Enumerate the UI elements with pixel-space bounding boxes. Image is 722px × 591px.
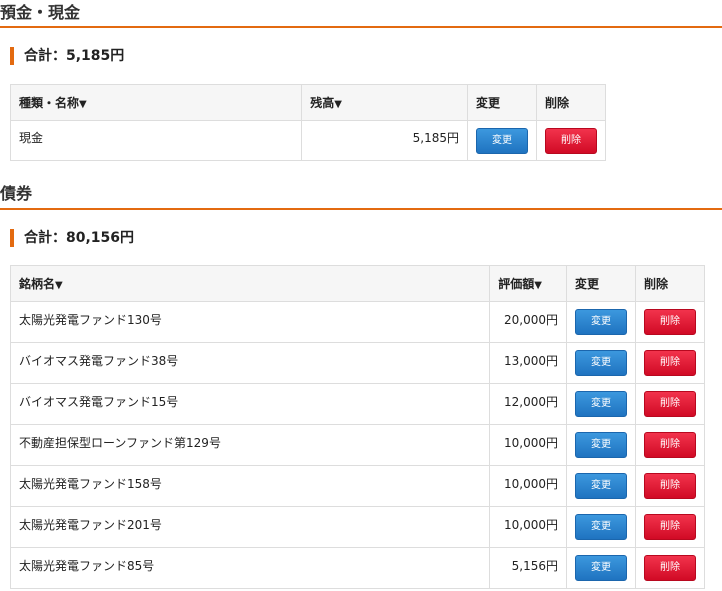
sort-down-icon: ▼ (334, 99, 342, 110)
row-name: 太陽光発電ファンド130号 (9, 301, 491, 343)
row-amount: 10,000円 (489, 424, 567, 466)
delete-button[interactable]: 削除 (544, 127, 597, 154)
change-button[interactable]: 変更 (574, 309, 627, 335)
table-row: バイオマス発電ファンド15号 12,000円 変更 削除 (9, 383, 706, 425)
row-name: バイオマス発電ファンド38号 (9, 342, 491, 384)
col-header-balance-label: 残高 (310, 96, 335, 110)
row-amount: 10,000円 (489, 506, 567, 548)
col-header-balance[interactable]: 残高▼ (301, 84, 468, 121)
change-button[interactable]: 変更 (574, 514, 627, 540)
row-name: 太陽光発電ファンド158号 (9, 465, 491, 507)
delete-button[interactable]: 削除 (643, 309, 696, 335)
col-header-name-label: 種類・名称 (19, 96, 80, 110)
row-name: 現金 (9, 120, 303, 161)
row-name: 不動産担保型ローンファンド第129号 (9, 424, 491, 466)
change-button[interactable]: 変更 (574, 473, 627, 499)
delete-button[interactable]: 削除 (643, 514, 696, 540)
row-name: 太陽光発電ファンド201号 (9, 506, 491, 548)
col-header-name-label: 銘柄名 (19, 277, 56, 291)
change-button[interactable]: 変更 (475, 127, 528, 154)
deposits-total: 合計：5,185円 (10, 47, 124, 65)
col-header-value-label: 評価額 (498, 277, 535, 291)
table-row: バイオマス発電ファンド38号 13,000円 変更 削除 (9, 342, 706, 384)
deposits-table: 種類・名称▼ 残高▼ 変更 削除 現金 5,185円 変更 削除 (9, 84, 607, 161)
table-row: 太陽光発電ファンド158号 10,000円 変更 削除 (9, 465, 706, 507)
col-header-delete: 削除 (535, 84, 607, 121)
change-button[interactable]: 変更 (574, 350, 627, 376)
change-button[interactable]: 変更 (574, 432, 627, 458)
row-amount: 10,000円 (489, 465, 567, 507)
row-amount: 5,156円 (489, 547, 567, 589)
delete-button[interactable]: 削除 (643, 432, 696, 458)
row-amount: 20,000円 (489, 301, 567, 343)
deposits-section-title: 預金・現金 (0, 0, 722, 28)
change-button[interactable]: 変更 (574, 555, 627, 581)
bonds-table: 銘柄名▼ 評価額▼ 変更 削除 太陽光発電ファンド130号 20,000円 変更 削除… (9, 265, 706, 589)
delete-button[interactable]: 削除 (643, 350, 696, 376)
col-header-delete: 削除 (634, 265, 706, 302)
row-amount: 13,000円 (489, 342, 567, 384)
sort-down-icon: ▼ (534, 280, 542, 291)
change-button[interactable]: 変更 (574, 391, 627, 417)
table-row: 不動産担保型ローンファンド第129号 10,000円 変更 削除 (9, 424, 706, 466)
row-name: 太陽光発電ファンド85号 (9, 547, 491, 589)
table-row: 現金 5,185円 変更 削除 (9, 120, 607, 161)
bonds-section-title: 債券 (0, 181, 722, 210)
bonds-header-row: 銘柄名▼ 評価額▼ 変更 削除 (9, 265, 706, 302)
bonds-total: 合計：80,156円 (10, 229, 134, 247)
col-header-name[interactable]: 銘柄名▼ (9, 265, 491, 302)
col-header-change: 変更 (466, 84, 537, 121)
deposits-header-row: 種類・名称▼ 残高▼ 変更 削除 (9, 84, 607, 121)
row-name: バイオマス発電ファンド15号 (9, 383, 491, 425)
table-row: 太陽光発電ファンド130号 20,000円 変更 削除 (9, 301, 706, 343)
table-row: 太陽光発電ファンド201号 10,000円 変更 削除 (9, 506, 706, 548)
table-row: 太陽光発電ファンド85号 5,156円 変更 削除 (9, 547, 706, 589)
delete-button[interactable]: 削除 (643, 391, 696, 417)
sort-down-icon: ▼ (79, 99, 87, 110)
col-header-change: 変更 (565, 265, 636, 302)
sort-down-icon: ▼ (55, 280, 63, 291)
row-amount: 5,185円 (301, 120, 468, 161)
delete-button[interactable]: 削除 (643, 473, 696, 499)
col-header-name[interactable]: 種類・名称▼ (9, 84, 303, 121)
delete-button[interactable]: 削除 (643, 555, 696, 581)
row-amount: 12,000円 (489, 383, 567, 425)
col-header-value[interactable]: 評価額▼ (489, 265, 567, 302)
